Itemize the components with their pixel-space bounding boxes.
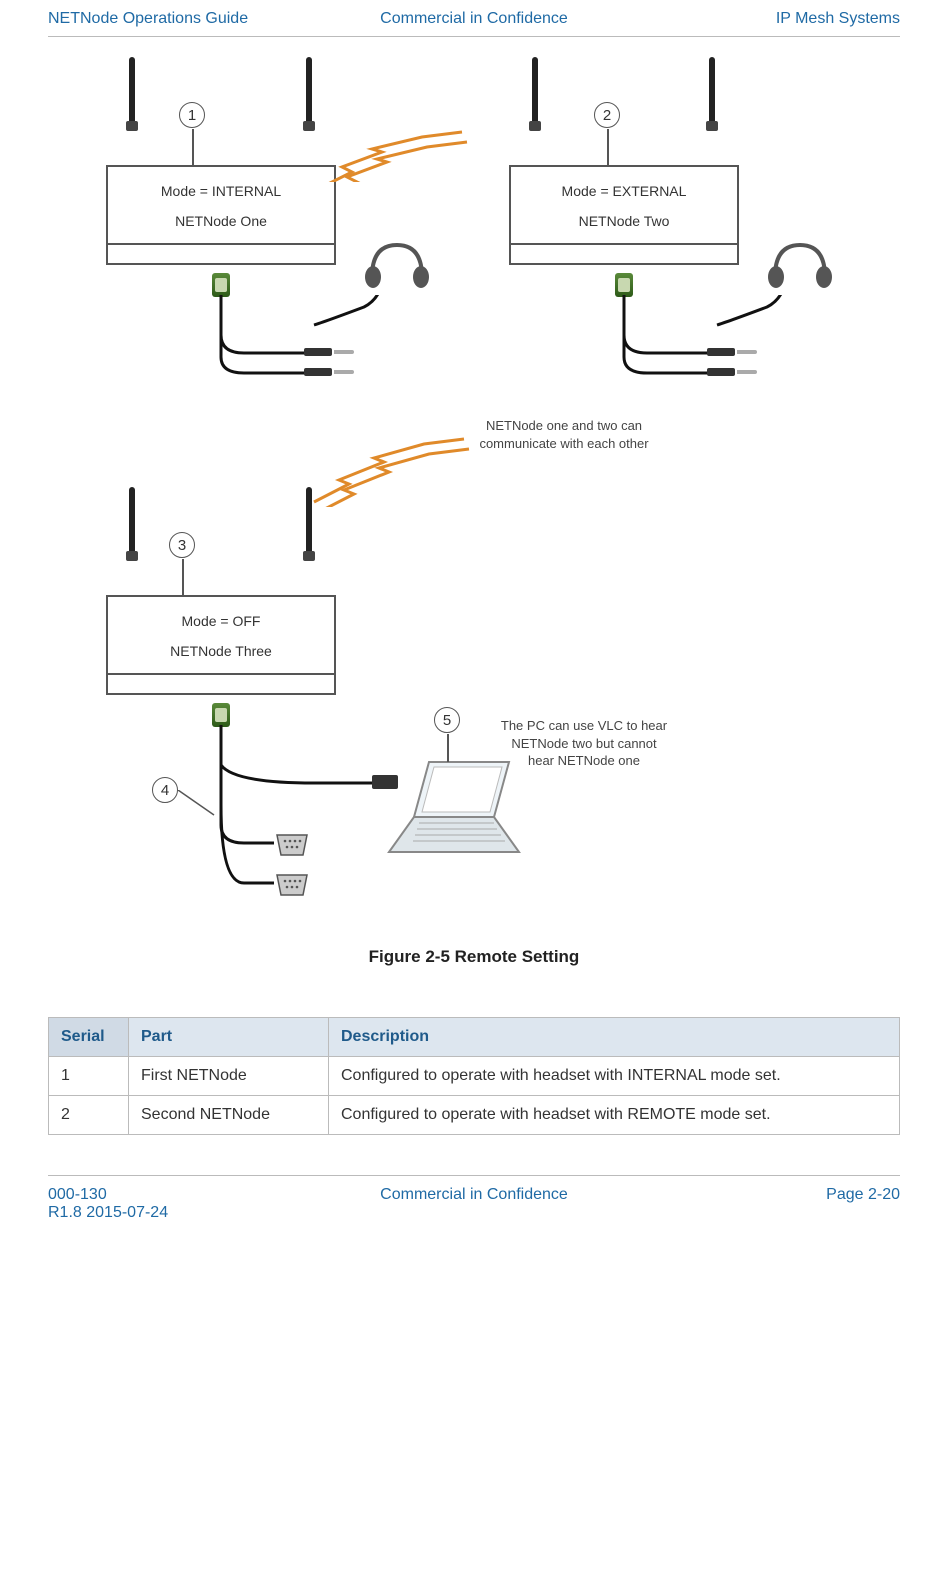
callout-line xyxy=(166,790,216,820)
cell-serial: 2 xyxy=(49,1096,129,1135)
serial-connector-icon xyxy=(274,832,310,858)
node1-mode: Mode = INTERNAL xyxy=(116,183,326,199)
cell-part: Second NETNode xyxy=(129,1096,329,1135)
serial-connector-icon xyxy=(274,872,310,898)
page-header: NETNode Operations Guide Commercial in C… xyxy=(48,10,900,37)
description-table: Serial Part Description 1 First NETNode … xyxy=(48,1017,900,1135)
cell-part: First NETNode xyxy=(129,1057,329,1096)
cable-icon xyxy=(597,295,837,395)
audio-jack-icon xyxy=(304,347,356,357)
footer-center: Commercial in Confidence xyxy=(333,1186,614,1204)
node3-name: NETNode Three xyxy=(116,643,326,659)
callout-3: 3 xyxy=(169,532,195,558)
th-desc: Description xyxy=(329,1018,900,1057)
footer-left: 000-130 R1.8 2015-07-24 xyxy=(48,1186,329,1222)
connector-icon xyxy=(212,273,230,297)
node2-name: NETNode Two xyxy=(519,213,729,229)
th-part: Part xyxy=(129,1018,329,1057)
callout-line xyxy=(192,129,194,169)
connector-icon xyxy=(212,703,230,727)
headset-icon xyxy=(362,237,432,292)
audio-jack-icon xyxy=(304,367,356,377)
netnode-three-box: Mode = OFF NETNode Three xyxy=(106,595,336,695)
wireless-link-icon xyxy=(309,427,509,507)
antenna-icon xyxy=(306,57,312,127)
cell-desc: Configured to operate with headset with … xyxy=(329,1096,900,1135)
table-row: 1 First NETNode Configured to operate wi… xyxy=(49,1057,900,1096)
cell-serial: 1 xyxy=(49,1057,129,1096)
figure-caption: Figure 2-5 Remote Setting xyxy=(48,947,900,967)
page-footer: 000-130 R1.8 2015-07-24 Commercial in Co… xyxy=(48,1175,900,1222)
laptop-icon xyxy=(374,757,524,867)
antenna-icon xyxy=(129,487,135,557)
header-center: Commercial in Confidence xyxy=(333,10,614,28)
cell-desc: Configured to operate with headset with … xyxy=(329,1057,900,1096)
antenna-icon xyxy=(129,57,135,127)
callout-2: 2 xyxy=(594,102,620,128)
antenna-icon xyxy=(532,57,538,127)
header-right: IP Mesh Systems xyxy=(619,10,900,28)
table-row: 2 Second NETNode Configured to operate w… xyxy=(49,1096,900,1135)
footer-rev-date: R1.8 2015-07-24 xyxy=(48,1204,329,1222)
callout-line xyxy=(182,559,184,599)
header-left: NETNode Operations Guide xyxy=(48,10,329,28)
node1-name: NETNode One xyxy=(116,213,326,229)
th-serial: Serial xyxy=(49,1018,129,1057)
note-pc: The PC can use VLC to hear NETNode two b… xyxy=(499,717,669,770)
callout-1: 1 xyxy=(179,102,205,128)
audio-jack-icon xyxy=(707,347,759,357)
cable-icon xyxy=(194,295,434,395)
footer-doc-id: 000-130 xyxy=(48,1186,329,1204)
antenna-icon xyxy=(306,487,312,557)
connector-icon xyxy=(615,273,633,297)
netnode-two-box: Mode = EXTERNAL NETNode Two xyxy=(509,165,739,265)
node3-mode: Mode = OFF xyxy=(116,613,326,629)
wireless-link-icon xyxy=(312,122,512,182)
antenna-icon xyxy=(709,57,715,127)
diagram: 1 Mode = INTERNAL NETNode One 2 xyxy=(74,57,874,937)
callout-5: 5 xyxy=(434,707,460,733)
callout-line xyxy=(607,129,609,169)
audio-jack-icon xyxy=(707,367,759,377)
footer-right: Page 2-20 xyxy=(619,1186,900,1204)
netnode-one-box: Mode = INTERNAL NETNode One xyxy=(106,165,336,265)
node2-mode: Mode = EXTERNAL xyxy=(519,183,729,199)
headset-icon xyxy=(765,237,835,292)
callout-line xyxy=(447,734,449,762)
